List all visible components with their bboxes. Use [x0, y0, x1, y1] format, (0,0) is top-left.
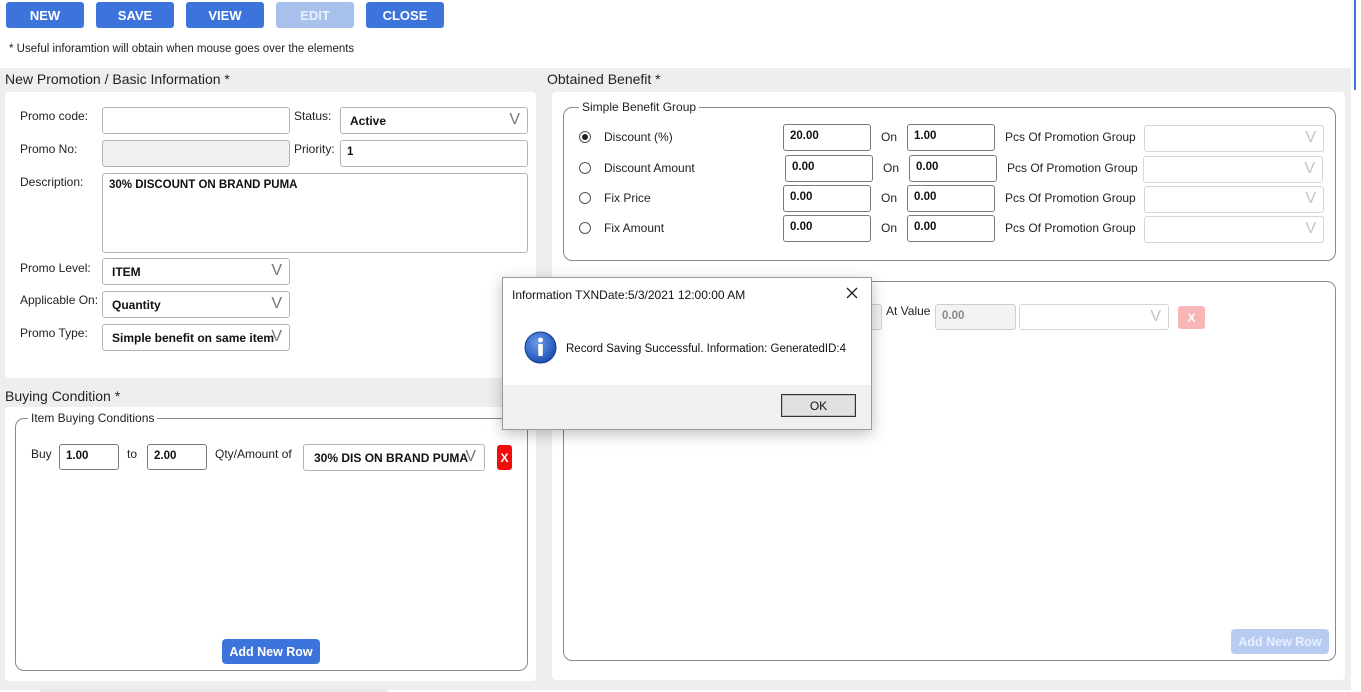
info-icon	[524, 331, 557, 364]
promo-type-select[interactable]: Simple benefit on same item V	[102, 324, 290, 351]
chevron-down-icon: V	[1305, 190, 1316, 207]
dialog-title: Information TXNDate:5/3/2021 12:00:00 AM	[512, 288, 746, 302]
applicable-on-value: Quantity	[112, 298, 161, 312]
on-label: On	[881, 191, 898, 205]
basic-info-title: New Promotion / Basic Information *	[5, 71, 230, 87]
description-label: Description:	[20, 175, 84, 189]
chevron-down-icon: V	[509, 111, 520, 128]
buying-item-select[interactable]: 30% DIS ON BRAND PUMA V	[303, 444, 485, 471]
pcs-promotion-group-label: Pcs Of Promotion Group	[1007, 161, 1138, 175]
buy-to-input[interactable]: 2.00	[147, 444, 207, 470]
priority-label: Priority:	[294, 142, 335, 156]
buy-label: Buy	[31, 447, 52, 461]
at-value-label: At Value	[886, 304, 931, 318]
benefit-value-input[interactable]: 0.00	[783, 215, 871, 242]
benefit-on-input[interactable]: 0.00	[909, 155, 997, 182]
buying-condition-title: Buying Condition *	[5, 388, 121, 404]
status-label: Status:	[294, 109, 332, 123]
at-value-input[interactable]: 0.00	[935, 304, 1016, 330]
dialog-close-button[interactable]	[841, 282, 863, 304]
item-buying-conditions-legend: Item Buying Conditions	[28, 411, 158, 425]
buy-from-input[interactable]: 1.00	[59, 444, 119, 470]
benefit-on-input[interactable]: 1.00	[907, 124, 995, 151]
benefit-type-label: Fix Price	[604, 191, 651, 205]
benefit-type-radio[interactable]	[579, 131, 591, 143]
dialog-footer: OK	[503, 385, 871, 429]
description-textarea[interactable]: 30% DISCOUNT ON BRAND PUMA	[102, 173, 528, 253]
edit-button[interactable]: EDIT	[276, 2, 354, 28]
pcs-promotion-group-label: Pcs Of Promotion Group	[1005, 191, 1136, 205]
on-label: On	[881, 221, 898, 235]
status-value: Active	[350, 114, 387, 128]
priority-input[interactable]: 1	[340, 140, 528, 167]
applicable-on-select[interactable]: Quantity V	[102, 291, 290, 318]
information-dialog: Information TXNDate:5/3/2021 12:00:00 AM…	[502, 277, 872, 430]
pcs-promotion-group-label: Pcs Of Promotion Group	[1005, 221, 1136, 235]
benefit-value-input[interactable]: 0.00	[783, 185, 871, 212]
simple-benefit-legend: Simple Benefit Group	[579, 100, 700, 114]
applicable-on-label: Applicable On:	[20, 293, 99, 307]
remove-buying-row-button[interactable]: X	[497, 445, 512, 470]
benefit-value-input[interactable]: 0.00	[785, 155, 873, 182]
promo-code-input[interactable]	[102, 107, 290, 134]
benefit-type-label: Discount Amount	[604, 161, 695, 175]
benefit-on-input[interactable]: 0.00	[907, 185, 995, 212]
benefit-type-radio[interactable]	[579, 192, 591, 204]
dialog-message: Record Saving Successful. Information: G…	[566, 343, 846, 355]
chevron-down-icon: V	[1304, 160, 1315, 177]
hint-text: * Useful inforamtion will obtain when mo…	[9, 43, 355, 55]
promo-no-input[interactable]	[102, 140, 290, 167]
ok-button[interactable]: OK	[781, 394, 856, 417]
chevron-down-icon: V	[271, 262, 282, 279]
on-label: On	[881, 130, 898, 144]
qty-amount-label: Qty/Amount of	[215, 447, 292, 461]
chevron-down-icon: V	[271, 328, 282, 345]
buying-item-value: 30% DIS ON BRAND PUMA	[314, 451, 469, 465]
obtained-benefit-title: Obtained Benefit *	[547, 71, 661, 87]
chevron-down-icon: V	[271, 295, 282, 312]
chevron-down-icon: V	[1305, 220, 1316, 237]
chevron-down-icon: V	[465, 448, 476, 465]
promo-level-label: Promo Level:	[20, 261, 91, 275]
promotion-group-select[interactable]: V	[1144, 125, 1324, 152]
promo-type-label: Promo Type:	[20, 326, 88, 340]
remove-benefit-row-button[interactable]: X	[1178, 306, 1205, 329]
to-label: to	[127, 447, 138, 461]
promo-code-label: Promo code:	[20, 109, 89, 123]
benefit-type-label: Discount (%)	[604, 130, 673, 144]
window-edge	[1354, 0, 1356, 90]
buying-add-new-row-button[interactable]: Add New Row	[222, 639, 320, 664]
benefit-type-label: Fix Amount	[604, 221, 665, 235]
promotion-group-select[interactable]: V	[1144, 186, 1324, 213]
benefit-on-input[interactable]: 0.00	[907, 215, 995, 242]
chevron-down-icon: V	[1150, 308, 1161, 325]
chevron-down-icon: V	[1305, 129, 1316, 146]
promotion-group-select[interactable]: V	[1144, 216, 1324, 243]
benefit-add-new-row-button[interactable]: Add New Row	[1231, 629, 1329, 654]
promo-no-label: Promo No:	[20, 142, 78, 156]
benefit-type-radio[interactable]	[579, 162, 591, 174]
new-button[interactable]: NEW	[6, 2, 84, 28]
close-icon	[846, 287, 858, 299]
pcs-promotion-group-label: Pcs Of Promotion Group	[1005, 130, 1136, 144]
promo-level-select[interactable]: ITEM V	[102, 258, 290, 285]
view-button[interactable]: VIEW	[186, 2, 264, 28]
at-value-group-select[interactable]: V	[1019, 304, 1169, 330]
benefit-value-input[interactable]: 20.00	[783, 124, 871, 151]
promo-level-value: ITEM	[112, 265, 141, 279]
benefit-type-radio[interactable]	[579, 222, 591, 234]
on-label: On	[883, 161, 900, 175]
promo-type-value: Simple benefit on same item	[112, 331, 275, 345]
promotion-group-select[interactable]: V	[1143, 156, 1323, 183]
status-select[interactable]: Active V	[340, 107, 528, 134]
close-button[interactable]: CLOSE	[366, 2, 444, 28]
save-button[interactable]: SAVE	[96, 2, 174, 28]
